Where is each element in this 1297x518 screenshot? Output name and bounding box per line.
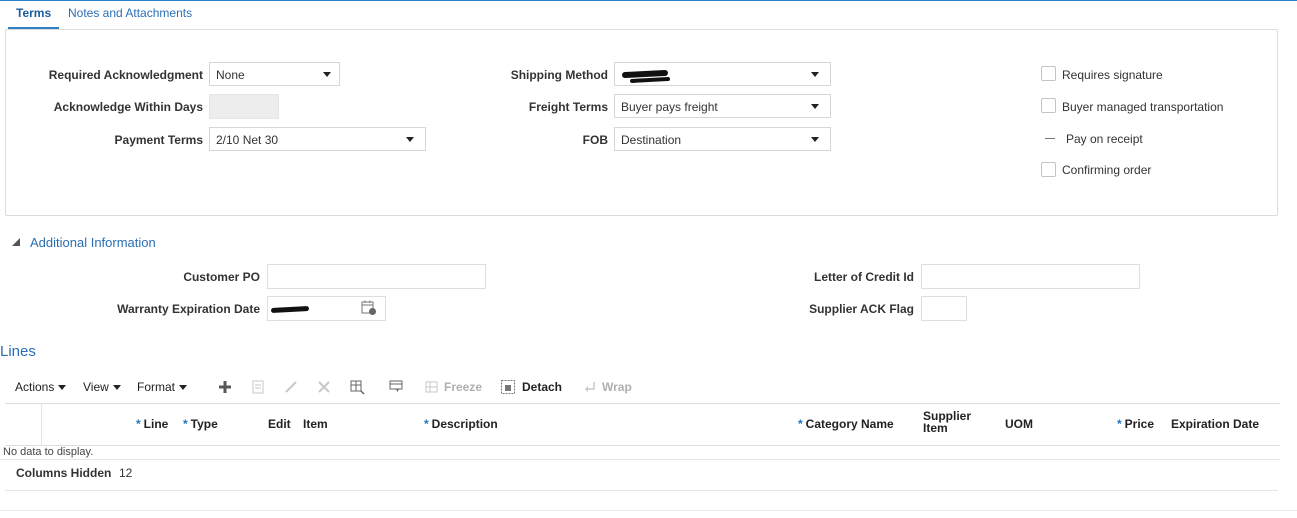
acknowledge-within-days-input — [209, 94, 279, 119]
grid-header-top-border — [5, 403, 1280, 404]
letter-of-credit-input[interactable] — [921, 264, 1140, 289]
chevron-down-icon[interactable] — [315, 63, 339, 85]
buyer-managed-transportation-checkbox[interactable] — [1041, 98, 1056, 113]
requires-signature-checkbox[interactable] — [1041, 66, 1056, 81]
columns-hidden-count: 12 — [119, 466, 133, 480]
warranty-expiration-label: Warranty Expiration Date — [117, 302, 260, 316]
additional-information-header[interactable]: Additional Information — [30, 235, 156, 250]
buyer-managed-transportation-label: Buyer managed transportation — [1062, 100, 1224, 114]
column-header-price-text: Price — [1124, 417, 1155, 431]
actions-menu[interactable]: Actions — [15, 380, 67, 394]
wrap-button[interactable]: Wrap — [602, 380, 632, 394]
supplier-ack-flag-label: Supplier ACK Flag — [809, 302, 914, 316]
required-indicator: * — [1117, 417, 1122, 431]
column-header-line-text: Line — [143, 417, 169, 431]
column-header-edit[interactable]: Edit — [268, 417, 291, 431]
chevron-down-icon[interactable] — [800, 95, 830, 117]
add-icon[interactable] — [217, 379, 233, 395]
freight-terms-select[interactable]: Buyer pays freight — [614, 94, 831, 118]
chevron-down-icon[interactable] — [800, 63, 830, 85]
column-header-uom[interactable]: UOM — [1005, 417, 1033, 431]
dash-icon — [1045, 138, 1055, 139]
required-acknowledgment-label: Required Acknowledgment — [48, 68, 203, 82]
actions-menu-label: Actions — [15, 380, 55, 394]
tab-notes-and-attachments[interactable]: Notes and Attachments — [68, 6, 192, 20]
requires-signature-label: Requires signature — [1062, 68, 1163, 82]
fob-select[interactable]: Destination — [614, 127, 831, 151]
column-header-line[interactable]: * Line — [136, 417, 168, 431]
chevron-down-icon — [58, 385, 67, 391]
lines-section-title: Lines — [0, 343, 36, 360]
duplicate-icon[interactable] — [250, 379, 266, 395]
grid-footer-border — [5, 490, 1278, 491]
columns-hidden-label: Columns Hidden — [16, 466, 112, 480]
view-menu[interactable]: View — [83, 380, 121, 394]
payment-terms-select[interactable]: 2/10 Net 30 — [209, 127, 426, 151]
column-header-category-name-text: Category Name — [805, 417, 894, 431]
payment-terms-value: 2/10 Net 30 — [216, 133, 279, 147]
fob-value: Destination — [621, 133, 682, 147]
format-menu[interactable]: Format — [137, 380, 188, 394]
grid-header-bottom-border — [5, 445, 1280, 446]
fob-label: FOB — [582, 133, 608, 147]
chevron-down-icon — [179, 385, 188, 391]
delete-x-icon[interactable] — [316, 379, 332, 395]
supplier-ack-flag-input[interactable] — [921, 296, 967, 321]
wrap-icon[interactable] — [582, 379, 598, 395]
confirming-order-label: Confirming order — [1062, 163, 1152, 177]
required-acknowledgment-value: None — [216, 68, 245, 82]
tab-bar: Terms Notes and Attachments — [0, 0, 1297, 30]
shipping-method-label: Shipping Method — [510, 68, 608, 82]
chevron-down-icon[interactable] — [395, 128, 425, 150]
detach-icon[interactable] — [500, 379, 516, 395]
lines-toolbar: Actions View Format Freeze Detach Wrap — [0, 374, 1297, 400]
grid-selector-column-divider — [41, 403, 42, 445]
column-header-type-text: Type — [190, 417, 218, 431]
chevron-down-icon — [112, 385, 121, 391]
payment-terms-label: Payment Terms — [114, 133, 203, 147]
pay-on-receipt-label: Pay on receipt — [1066, 132, 1143, 146]
edit-pencil-icon[interactable] — [283, 379, 299, 395]
column-header-supplier-item-line2: Item — [923, 421, 948, 435]
required-indicator: * — [136, 417, 141, 431]
freight-terms-value: Buyer pays freight — [621, 100, 718, 114]
collapse-triangle-icon[interactable] — [12, 238, 20, 246]
view-menu-label: View — [83, 380, 109, 394]
freeze-icon[interactable] — [424, 379, 440, 395]
confirming-order-checkbox[interactable] — [1041, 162, 1056, 177]
format-menu-label: Format — [137, 380, 176, 394]
chevron-down-icon[interactable] — [800, 128, 830, 150]
calendar-icon[interactable] — [361, 300, 377, 316]
acknowledge-within-days-label: Acknowledge Within Days — [53, 100, 203, 114]
required-indicator: * — [424, 417, 429, 431]
split-icon[interactable] — [349, 379, 365, 395]
column-header-description[interactable]: * Description — [424, 417, 498, 431]
freeze-button[interactable]: Freeze — [444, 380, 482, 394]
freight-terms-label: Freight Terms — [528, 100, 608, 114]
no-data-message: No data to display. — [3, 446, 94, 458]
tab-terms[interactable]: Terms — [16, 6, 51, 20]
column-header-description-text: Description — [431, 417, 498, 431]
column-header-supplier-item[interactable]: Supplier Item — [923, 410, 971, 434]
required-acknowledgment-select[interactable]: None — [209, 62, 340, 86]
customer-po-input[interactable] — [267, 264, 486, 289]
letter-of-credit-label: Letter of Credit Id — [813, 270, 914, 284]
page-bottom-border — [0, 510, 1297, 511]
required-indicator: * — [798, 417, 803, 431]
required-indicator: * — [183, 417, 188, 431]
column-header-price[interactable]: * Price — [1117, 417, 1154, 431]
column-header-category-name[interactable]: * Category Name — [798, 417, 894, 431]
query-by-example-icon[interactable] — [388, 379, 404, 395]
detach-button[interactable]: Detach — [522, 380, 562, 394]
grid-body-border — [0, 459, 1280, 460]
column-header-expiration-date[interactable]: Expiration Date — [1171, 417, 1259, 431]
customer-po-label: Customer PO — [183, 270, 260, 284]
column-header-type[interactable]: * Type — [183, 417, 218, 431]
column-header-item[interactable]: Item — [303, 417, 328, 431]
terms-panel — [5, 29, 1278, 216]
